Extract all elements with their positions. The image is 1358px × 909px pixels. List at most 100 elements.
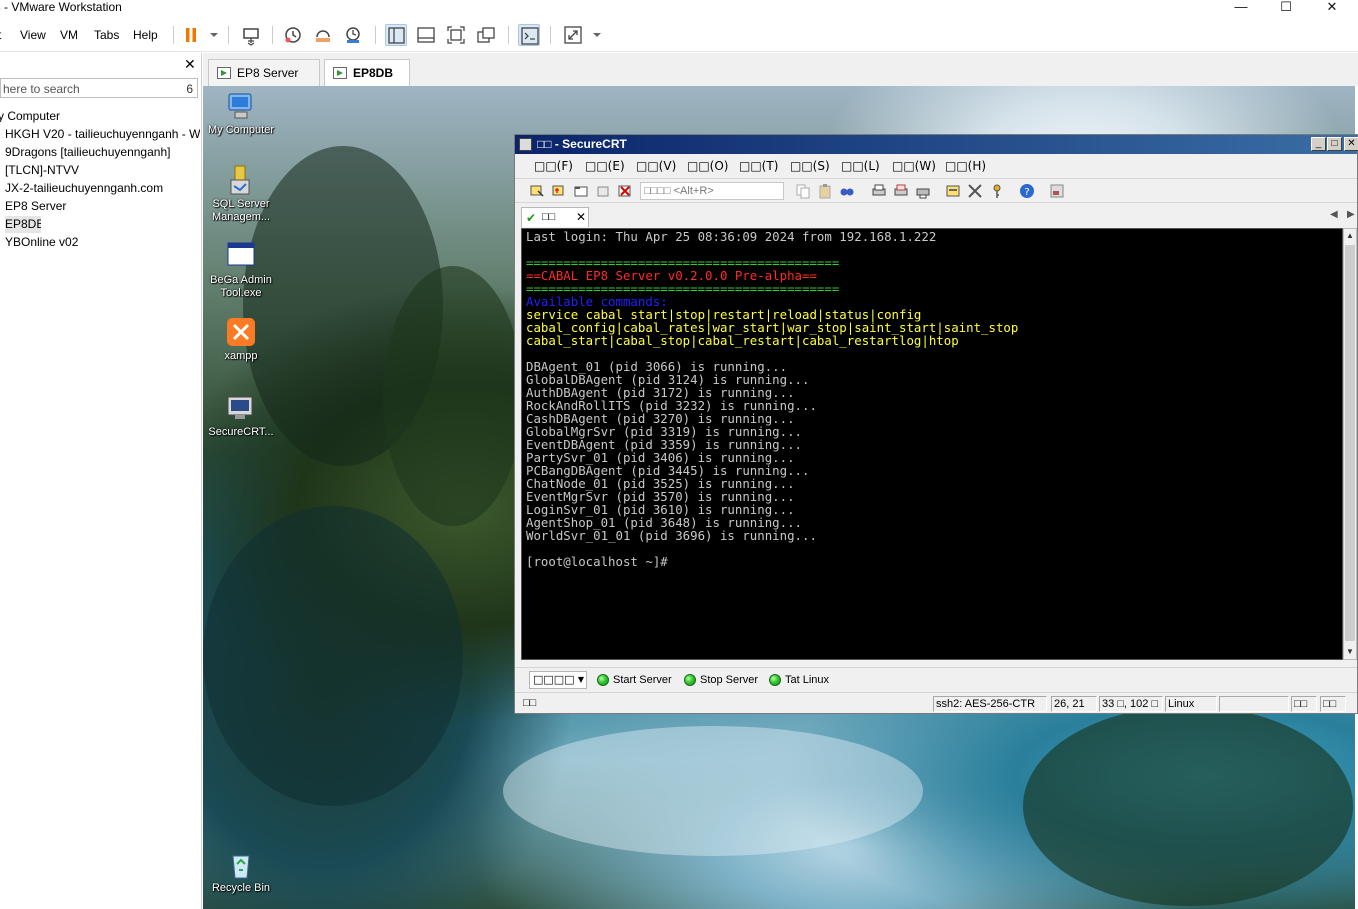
terminal-line: WorldSvr_01_01 (pid 3696) is running...: [526, 528, 817, 543]
securecrt-window: □□ - SecureCRT _ □ ✕ □□(F) □□(E) □□(V) □…: [514, 134, 1358, 714]
securecrt-app-icon: [519, 138, 532, 151]
close-icon[interactable]: ✕: [184, 57, 196, 71]
recycle-bin-icon: [225, 848, 257, 880]
connect-in-tab-icon[interactable]: [573, 183, 589, 199]
tree-item-my-computer[interactable]: y Computer: [0, 108, 193, 125]
tree-item-9dragons[interactable]: 9Dragons [tailieuchuyennganh]: [5, 144, 200, 161]
menu-tabs[interactable]: Tabs: [94, 28, 119, 42]
send-ctrl-alt-del-icon[interactable]: [240, 24, 262, 46]
minimize-button[interactable]: —: [1218, 0, 1264, 18]
green-status-icon: [597, 674, 609, 686]
key-icon[interactable]: [989, 183, 1005, 199]
tree-item-hkgh[interactable]: HKGH V20 - tailieuchuyennganh - W: [5, 126, 200, 143]
help-icon[interactable]: ?: [1019, 183, 1035, 199]
menu-file[interactable]: □□(F): [534, 159, 573, 173]
scrollbar-thumb[interactable]: [1345, 245, 1355, 641]
disconnect-icon[interactable]: [617, 183, 633, 199]
tab-ep8db[interactable]: EP8DB: [324, 59, 410, 86]
session-options-icon[interactable]: [945, 183, 961, 199]
status-cipher: ssh2: AES-256-CTR: [933, 696, 1047, 712]
start-server-button[interactable]: Start Server: [595, 672, 672, 688]
vm-running-icon: [217, 67, 231, 79]
maximize-button[interactable]: ☐: [1263, 0, 1309, 18]
print-selection-icon[interactable]: [893, 183, 909, 199]
menu-options[interactable]: □□(O): [687, 159, 728, 173]
snapshot-icon[interactable]: [282, 24, 304, 46]
terminal-screen[interactable]: Last login: Thu Apr 25 08:36:09 2024 fro…: [521, 228, 1343, 660]
session-tab[interactable]: ✔ □□ ✕: [521, 207, 589, 227]
find-icon[interactable]: [839, 183, 855, 199]
tree-item-ep8db[interactable]: EP8DB: [5, 216, 41, 233]
menu-transfer[interactable]: □□(T): [739, 159, 778, 173]
button-bar-selector[interactable]: □□□□ ▼: [529, 671, 587, 689]
unity-icon[interactable]: [475, 24, 497, 46]
tree-item-ybonline[interactable]: YBOnline v02: [5, 234, 200, 251]
menu-vm[interactable]: VM: [60, 28, 78, 42]
securecrt-title-bar: □□ - SecureCRT _ □ ✕: [515, 135, 1358, 154]
paste-icon[interactable]: [817, 183, 833, 199]
tree-item-ep8-server[interactable]: EP8 Server: [5, 198, 200, 215]
menu-edit[interactable]: □□(E): [585, 159, 625, 173]
menu-help[interactable]: Help: [133, 28, 158, 42]
sftp-icon[interactable]: [1049, 183, 1065, 199]
tab-ep8-server[interactable]: EP8 Server: [208, 59, 320, 86]
thumbnail-bar-icon[interactable]: [415, 24, 437, 46]
vmware-title-bar: 8 - VMware Workstation — ☐ ✕: [0, 0, 1358, 18]
tree-reflection: [203, 506, 463, 806]
show-library-icon[interactable]: [385, 24, 407, 46]
snapshot-manager-icon[interactable]: [342, 24, 364, 46]
scroll-tabs-right-icon[interactable]: ▶: [1347, 209, 1355, 220]
menu-view[interactable]: View: [20, 28, 46, 42]
icon-label: Recycle Bin: [211, 882, 271, 894]
securecrt-menu-bar: □□(F) □□(E) □□(V) □□(O) □□(T) □□(S) □□(L…: [515, 155, 1357, 177]
menu-view[interactable]: □□(V): [636, 159, 676, 173]
connect-icon[interactable]: [529, 183, 545, 199]
svg-text:?: ?: [1024, 187, 1029, 198]
menu-edit[interactable]: t: [0, 28, 1, 42]
desktop-icon-recycle-bin[interactable]: Recycle Bin: [203, 848, 279, 895]
full-screen-icon[interactable]: [445, 24, 467, 46]
global-options-icon[interactable]: [967, 183, 983, 199]
revert-snapshot-icon[interactable]: [312, 24, 334, 46]
reconnect-icon[interactable]: [595, 183, 611, 199]
tab-label: EP8DB: [353, 66, 394, 80]
menu-tools[interactable]: □□(L): [841, 159, 880, 173]
desktop-icon-my-computer[interactable]: My Computer: [203, 90, 279, 137]
tree-silhouette: [1023, 706, 1353, 906]
desktop-icon-sql-server[interactable]: SQL Server Managem...: [203, 164, 279, 224]
menu-script[interactable]: □□(S): [790, 159, 830, 173]
console-view-icon[interactable]: [518, 24, 540, 46]
tree-item-tlcn[interactable]: [TLCN]-NTVV: [5, 162, 200, 179]
terminal-scrollbar[interactable]: ▲ ▼: [1343, 228, 1357, 660]
suspend-icon[interactable]: [180, 24, 202, 46]
print-icon[interactable]: [871, 183, 887, 199]
chevron-down-icon[interactable]: [586, 24, 601, 46]
status-bar: □□ ssh2: AES-256-CTR 26, 21 33 □, 102 □ …: [515, 692, 1357, 713]
chevron-down-icon[interactable]: [203, 24, 218, 46]
copy-icon[interactable]: [795, 183, 811, 199]
chevron-down-icon: ▼: [577, 675, 584, 684]
quick-connect-field[interactable]: □□□□ <Alt+R>: [640, 182, 784, 200]
vmware-toolbar: t View VM Tabs Help: [0, 18, 1358, 52]
desktop-icon-bega-admin[interactable]: BeGa Admin Tool.exe: [203, 240, 279, 300]
minimize-button[interactable]: _: [1311, 137, 1326, 151]
close-button[interactable]: ✕: [1344, 137, 1358, 151]
menu-help[interactable]: □□(H): [945, 159, 986, 173]
tree-item-jx2[interactable]: JX-2-tailieuchuyennganh.com: [5, 180, 200, 197]
desktop-icon-xampp[interactable]: xampp: [203, 316, 279, 363]
stretch-guest-icon[interactable]: [562, 24, 584, 46]
scroll-tabs-left-icon[interactable]: ◀: [1330, 209, 1338, 220]
close-button[interactable]: ✕: [1309, 0, 1355, 18]
stop-server-button[interactable]: Stop Server: [682, 672, 758, 688]
quick-connect-icon[interactable]: [551, 183, 567, 199]
scroll-up-icon[interactable]: ▲: [1344, 229, 1356, 243]
tat-linux-button[interactable]: Tat Linux: [767, 672, 829, 688]
menu-window[interactable]: □□(W): [892, 159, 936, 173]
search-input[interactable]: here to search 6: [0, 78, 198, 98]
desktop-icon-securecrt[interactable]: SecureCRT...: [203, 392, 279, 439]
close-tab-icon[interactable]: ✕: [576, 208, 586, 226]
status-num: □□: [1320, 696, 1346, 712]
maximize-button[interactable]: □: [1327, 137, 1342, 151]
printer-setup-icon[interactable]: [915, 183, 931, 199]
scroll-down-icon[interactable]: ▼: [1344, 645, 1356, 659]
